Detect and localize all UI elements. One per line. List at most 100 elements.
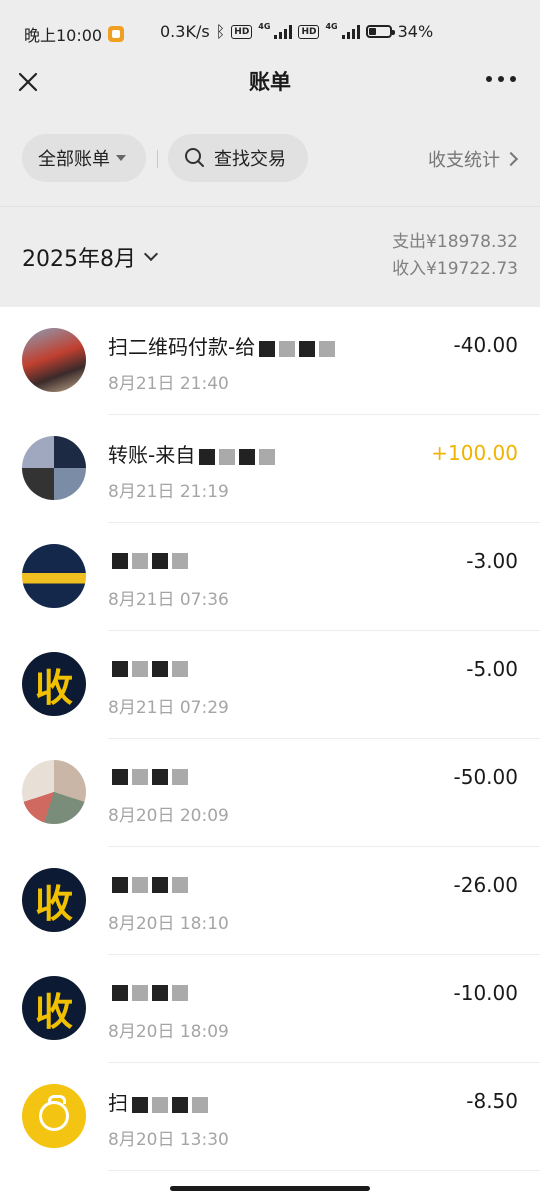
redacted-block bbox=[152, 552, 168, 569]
redacted-block bbox=[112, 876, 128, 893]
redacted-block bbox=[319, 340, 336, 357]
transaction-avatar: 收 bbox=[22, 652, 86, 716]
filter-divider bbox=[157, 150, 158, 168]
transaction-time: 8月20日 18:09 bbox=[108, 1022, 229, 1042]
transaction-row[interactable]: 收 8月20日 18:10 -26.00 bbox=[0, 847, 540, 955]
transaction-title bbox=[108, 871, 428, 895]
redacted-block bbox=[259, 448, 276, 465]
transaction-title-text: 扫 bbox=[108, 1091, 128, 1115]
bluetooth-icon: ᛒ bbox=[215, 22, 226, 41]
network-speed: 0.3K/s bbox=[160, 22, 210, 41]
redacted-block bbox=[132, 984, 148, 1001]
expense-total: 支出¥18978.32 bbox=[392, 232, 518, 252]
redacted-block bbox=[132, 768, 148, 785]
redacted-block bbox=[172, 552, 188, 569]
transaction-avatar: 收 bbox=[22, 976, 86, 1040]
transaction-title bbox=[108, 655, 428, 679]
battery-icon bbox=[365, 25, 395, 38]
transaction-row[interactable]: 转账-来自 8月21日 21:19 +100.00 bbox=[0, 415, 540, 523]
all-bills-label: 全部账单 bbox=[38, 149, 110, 170]
redacted-block bbox=[152, 768, 168, 785]
income-total: 收入¥19722.73 bbox=[392, 259, 518, 279]
transaction-title bbox=[108, 547, 428, 571]
transaction-row[interactable]: 收 8月21日 07:29 -5.00 bbox=[0, 631, 540, 739]
transaction-row[interactable]: 收 8月20日 18:09 -10.00 bbox=[0, 955, 540, 1063]
filter-bar: 全部账单 查找交易 收支统计 bbox=[0, 114, 540, 207]
transaction-title: 转账-来自 bbox=[108, 439, 428, 468]
chevron-down-icon bbox=[143, 246, 159, 262]
network-type-1: 4G bbox=[258, 22, 271, 31]
redacted-block bbox=[112, 660, 128, 677]
income-expense-stats-link[interactable]: 收支统计 bbox=[428, 146, 519, 172]
redacted-block bbox=[112, 984, 128, 1001]
transaction-title: 扫 bbox=[108, 1087, 428, 1116]
transaction-time: 8月20日 13:30 bbox=[108, 1130, 229, 1150]
redacted-block bbox=[259, 340, 276, 357]
month-selector[interactable]: 2025年8月 bbox=[22, 241, 159, 273]
home-indicator[interactable] bbox=[170, 1186, 370, 1191]
caret-down-icon bbox=[116, 155, 126, 161]
redacted-block bbox=[172, 984, 188, 1001]
transaction-time: 8月21日 07:29 bbox=[108, 698, 229, 718]
stats-label: 收支统计 bbox=[428, 150, 500, 171]
search-label: 查找交易 bbox=[214, 149, 286, 170]
clock: 晚上10:00 bbox=[24, 26, 103, 45]
transaction-title bbox=[108, 763, 428, 787]
redacted-block bbox=[172, 1096, 188, 1113]
transaction-amount: -40.00 bbox=[453, 333, 518, 357]
redacted-block bbox=[299, 340, 316, 357]
transaction-avatar bbox=[22, 760, 86, 824]
transaction-title: 扫二维码付款-给 bbox=[108, 331, 428, 360]
transaction-title-text: 扫二维码付款-给 bbox=[108, 335, 256, 359]
redacted-block bbox=[132, 1096, 148, 1113]
redacted-block bbox=[132, 876, 148, 893]
search-icon bbox=[185, 148, 204, 167]
hd-badge-2: HD bbox=[298, 24, 320, 39]
redacted-block bbox=[239, 448, 256, 465]
hd-badge-1: HD bbox=[231, 24, 253, 39]
redacted-block bbox=[192, 1096, 208, 1113]
all-bills-dropdown[interactable]: 全部账单 bbox=[22, 134, 146, 182]
transaction-time: 8月21日 21:19 bbox=[108, 482, 229, 502]
more-options-icon[interactable] bbox=[486, 76, 516, 82]
redacted-block bbox=[172, 660, 188, 677]
redacted-block bbox=[199, 448, 216, 465]
signal-icon-1 bbox=[274, 24, 293, 39]
transaction-row[interactable]: 扫 8月20日 13:30 -8.50 bbox=[0, 1063, 540, 1171]
transaction-avatar bbox=[22, 1084, 86, 1148]
redacted-block bbox=[112, 552, 128, 569]
redacted-block bbox=[152, 876, 168, 893]
transaction-title-text: 转账-来自 bbox=[108, 443, 196, 467]
transaction-row[interactable]: 扫二维码付款-给 8月21日 21:40 -40.00 bbox=[0, 307, 540, 415]
battery-percent: 34% bbox=[397, 22, 434, 41]
chevron-right-icon bbox=[503, 151, 519, 167]
transaction-time: 8月21日 07:36 bbox=[108, 590, 229, 610]
transaction-row[interactable]: 8月20日 20:09 -50.00 bbox=[0, 739, 540, 847]
redacted-block bbox=[219, 448, 236, 465]
transaction-amount: +100.00 bbox=[431, 441, 518, 465]
transaction-amount: -5.00 bbox=[466, 657, 518, 681]
title-bar: 账单 bbox=[0, 64, 540, 114]
transaction-time: 8月20日 20:09 bbox=[108, 806, 229, 826]
transaction-amount: -26.00 bbox=[453, 873, 518, 897]
status-right: 0.3K/s ᛒ HD 4G HD 4G 34% bbox=[160, 22, 433, 41]
transaction-amount: -8.50 bbox=[466, 1089, 518, 1113]
transaction-time: 8月20日 18:10 bbox=[108, 914, 229, 934]
transaction-avatar: 收 bbox=[22, 868, 86, 932]
redacted-block bbox=[112, 768, 128, 785]
month-totals: 支出¥18978.32 收入¥19722.73 bbox=[392, 229, 518, 283]
notification-app-icon bbox=[108, 26, 125, 42]
money-bag-icon bbox=[39, 1095, 69, 1131]
transaction-amount: -3.00 bbox=[466, 549, 518, 573]
transaction-amount: -10.00 bbox=[453, 981, 518, 1005]
transaction-list: 扫二维码付款-给 8月21日 21:40 -40.00 转账-来自 8月21日 21:1… bbox=[0, 307, 540, 1171]
redacted-block bbox=[172, 876, 188, 893]
transaction-avatar bbox=[22, 544, 86, 608]
search-transactions-button[interactable]: 查找交易 bbox=[168, 134, 308, 182]
transaction-amount: -50.00 bbox=[453, 765, 518, 789]
battery-level bbox=[368, 28, 376, 35]
network-type-2: 4G bbox=[325, 22, 338, 31]
redacted-block bbox=[152, 660, 168, 677]
transaction-row[interactable]: 8月21日 07:36 -3.00 bbox=[0, 523, 540, 631]
redacted-block bbox=[172, 768, 188, 785]
